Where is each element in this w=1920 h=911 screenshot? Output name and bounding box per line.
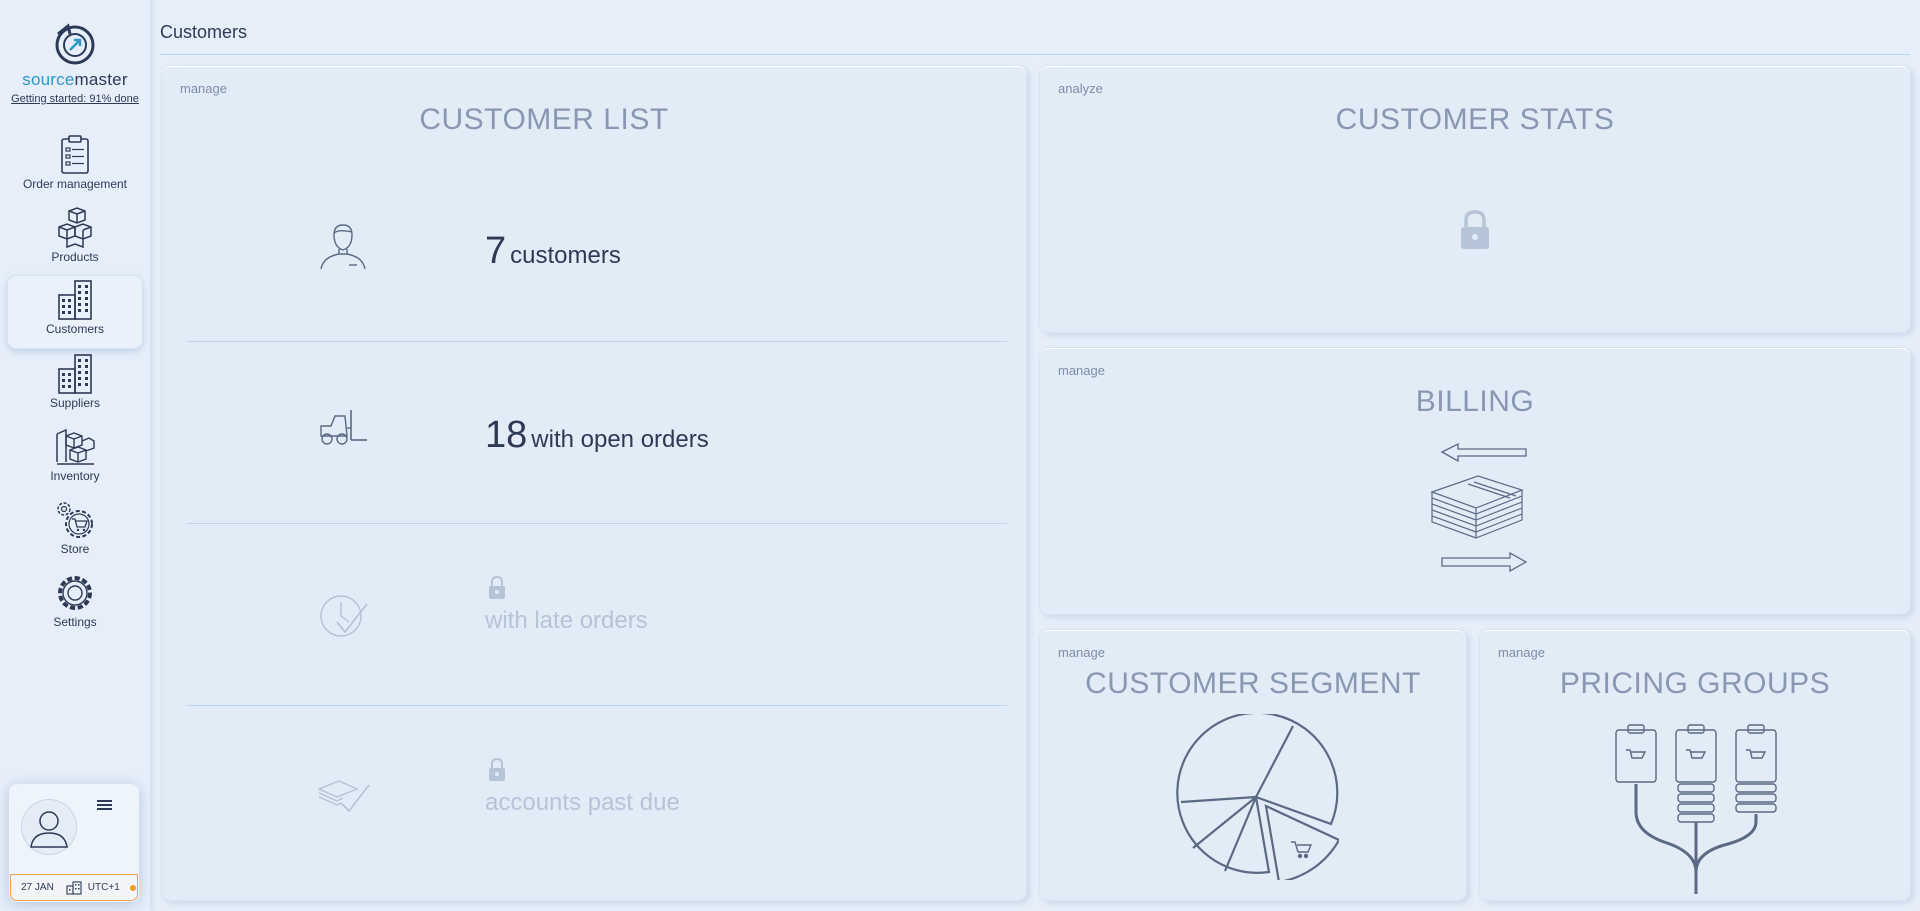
count-label: customers <box>510 242 621 269</box>
sidebar-item-settings[interactable]: Settings <box>8 572 142 642</box>
clock-check-icon <box>320 595 368 637</box>
boxes-icon <box>58 207 92 249</box>
gear-icon <box>58 576 92 610</box>
warehouse-boxes-icon <box>56 428 95 465</box>
panel-title: CUSTOMER LIST <box>419 103 669 136</box>
sidebar-item-label: Customers <box>45 322 104 336</box>
billing-money-icon <box>1430 442 1528 573</box>
list-item-late-orders[interactable]: with late orders <box>187 524 1007 705</box>
buildings-icon <box>58 280 92 320</box>
logo[interactable]: sourcemaster <box>0 22 150 90</box>
panel-title: CUSTOMER SEGMENT <box>1085 667 1421 700</box>
count-label: with open orders <box>531 426 709 453</box>
money-check-icon <box>317 780 370 813</box>
sidebar-item-label: Order management <box>22 177 128 191</box>
user-icon <box>30 811 68 848</box>
panel-tag: analyze <box>1058 81 1103 96</box>
customer-list-panel[interactable]: manage CUSTOMER LIST 7 customers 18 with o… <box>162 66 1026 900</box>
person-icon <box>320 224 366 270</box>
date-label: 27 JAN <box>21 882 54 893</box>
sidebar-item-store[interactable]: Store <box>8 499 142 569</box>
pricing-groups-panel[interactable]: manage PRICING GROUPS <box>1480 630 1910 900</box>
sidebar-item-label: Inventory <box>50 469 100 483</box>
logo-icon <box>55 23 95 65</box>
billing-panel[interactable]: manage BILLING <box>1040 348 1910 614</box>
sidebar-item-products[interactable]: Products <box>8 207 142 277</box>
pie-chart-icon <box>1176 714 1339 880</box>
panel-title: BILLING <box>1415 385 1535 418</box>
list-item-open-orders[interactable]: 18 with open orders <box>187 342 1007 523</box>
panel-title: CUSTOMER STATS <box>1335 103 1615 136</box>
lock-icon <box>489 757 505 781</box>
avatar[interactable] <box>21 799 77 855</box>
count-value: 18 <box>485 414 528 456</box>
past-due-label: accounts past due <box>485 789 680 816</box>
panel-tag: manage <box>1498 645 1545 660</box>
lock-icon <box>1461 210 1489 249</box>
menu-button[interactable] <box>97 798 112 816</box>
hamburger-icon <box>97 800 112 810</box>
customer-stats-panel[interactable]: analyze CUSTOMER STATS <box>1040 66 1910 332</box>
customer-segment-panel[interactable]: manage CUSTOMER SEGMENT <box>1040 630 1466 900</box>
sidebar-item-label: Products <box>51 250 99 264</box>
sidebar-item-label: Settings <box>53 615 97 629</box>
count-value: 7 <box>485 230 507 272</box>
lock-icon <box>489 575 505 599</box>
pricing-groups-icon <box>1615 724 1777 894</box>
panel-tag: manage <box>1058 363 1105 378</box>
status-bar: 27 JAN UTC+1 <box>10 874 138 901</box>
building-icon <box>66 880 82 895</box>
sidebar-item-suppliers[interactable]: Suppliers <box>8 353 142 423</box>
sidebar-item-label: Suppliers <box>49 396 101 410</box>
status-dot <box>129 884 136 891</box>
list-item-customers[interactable]: 7 customers <box>187 156 1007 337</box>
panel-title: PRICING GROUPS <box>1559 667 1831 700</box>
buildings-icon <box>58 354 92 394</box>
store-gear-cart-icon <box>57 502 93 538</box>
forklift-icon <box>320 410 367 445</box>
logo-text: sourcemaster <box>22 70 128 89</box>
sidebar-item-customers[interactable]: Customers <box>8 276 142 348</box>
open-orders-count: 18 with open orders <box>485 414 709 457</box>
late-orders-label: with late orders <box>485 607 648 634</box>
page-title: Customers <box>160 22 248 42</box>
user-card: 27 JAN UTC+1 <box>9 784 139 902</box>
sidebar-item-inventory[interactable]: Inventory <box>8 426 142 496</box>
panel-tag: manage <box>1058 645 1105 660</box>
timezone-label: UTC+1 <box>87 882 120 893</box>
sidebar-item-order-management[interactable]: Order management <box>8 134 142 204</box>
panel-tag: manage <box>180 81 227 96</box>
customers-count: 7 customers <box>485 230 621 273</box>
header-divider <box>160 54 1910 55</box>
clipboard-icon <box>61 135 89 174</box>
sidebar-item-label: Store <box>60 542 90 556</box>
list-item-past-due[interactable]: accounts past due <box>187 706 1007 887</box>
